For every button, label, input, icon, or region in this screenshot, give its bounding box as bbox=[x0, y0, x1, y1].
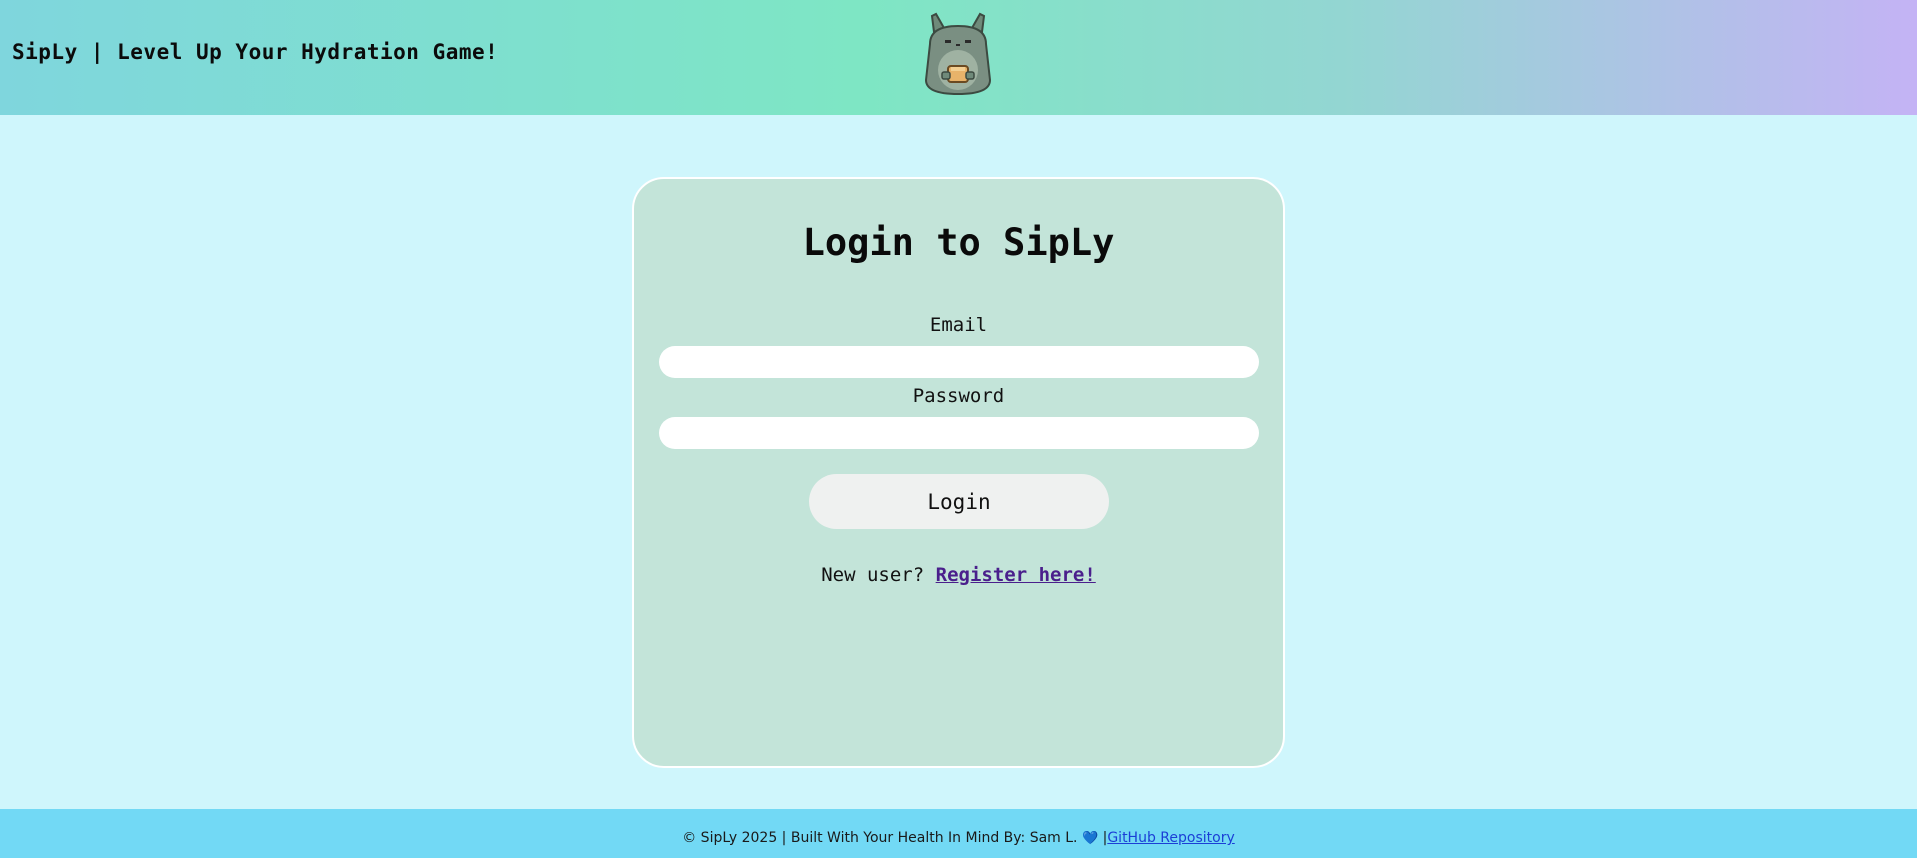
password-field[interactable] bbox=[659, 417, 1259, 449]
login-title: Login to SipLy bbox=[802, 221, 1115, 264]
password-label: Password bbox=[912, 385, 1005, 407]
register-row: New user? Register here! bbox=[634, 564, 1283, 586]
app-header: SipLy | Level Up Your Hydration Game! bbox=[0, 0, 1917, 115]
email-label: Email bbox=[929, 314, 988, 336]
login-card: Login to SipLy Email Password Login New … bbox=[632, 177, 1285, 768]
register-link[interactable]: Register here! bbox=[936, 564, 1096, 586]
app-title: SipLy | Level Up Your Hydration Game! bbox=[12, 40, 499, 64]
github-repo-link[interactable]: GitHub Repository bbox=[1107, 830, 1234, 846]
login-button[interactable]: Login bbox=[809, 474, 1109, 529]
heart-icon: 💙 bbox=[1081, 831, 1099, 846]
page-footer: © SipLy 2025 | Built With Your Health In… bbox=[0, 809, 1917, 858]
totoro-mascot-icon bbox=[918, 10, 998, 98]
register-prompt: New user? bbox=[821, 564, 925, 586]
footer-text: © SipLy 2025 | Built With Your Health In… bbox=[682, 830, 1078, 846]
email-field[interactable] bbox=[659, 346, 1259, 378]
